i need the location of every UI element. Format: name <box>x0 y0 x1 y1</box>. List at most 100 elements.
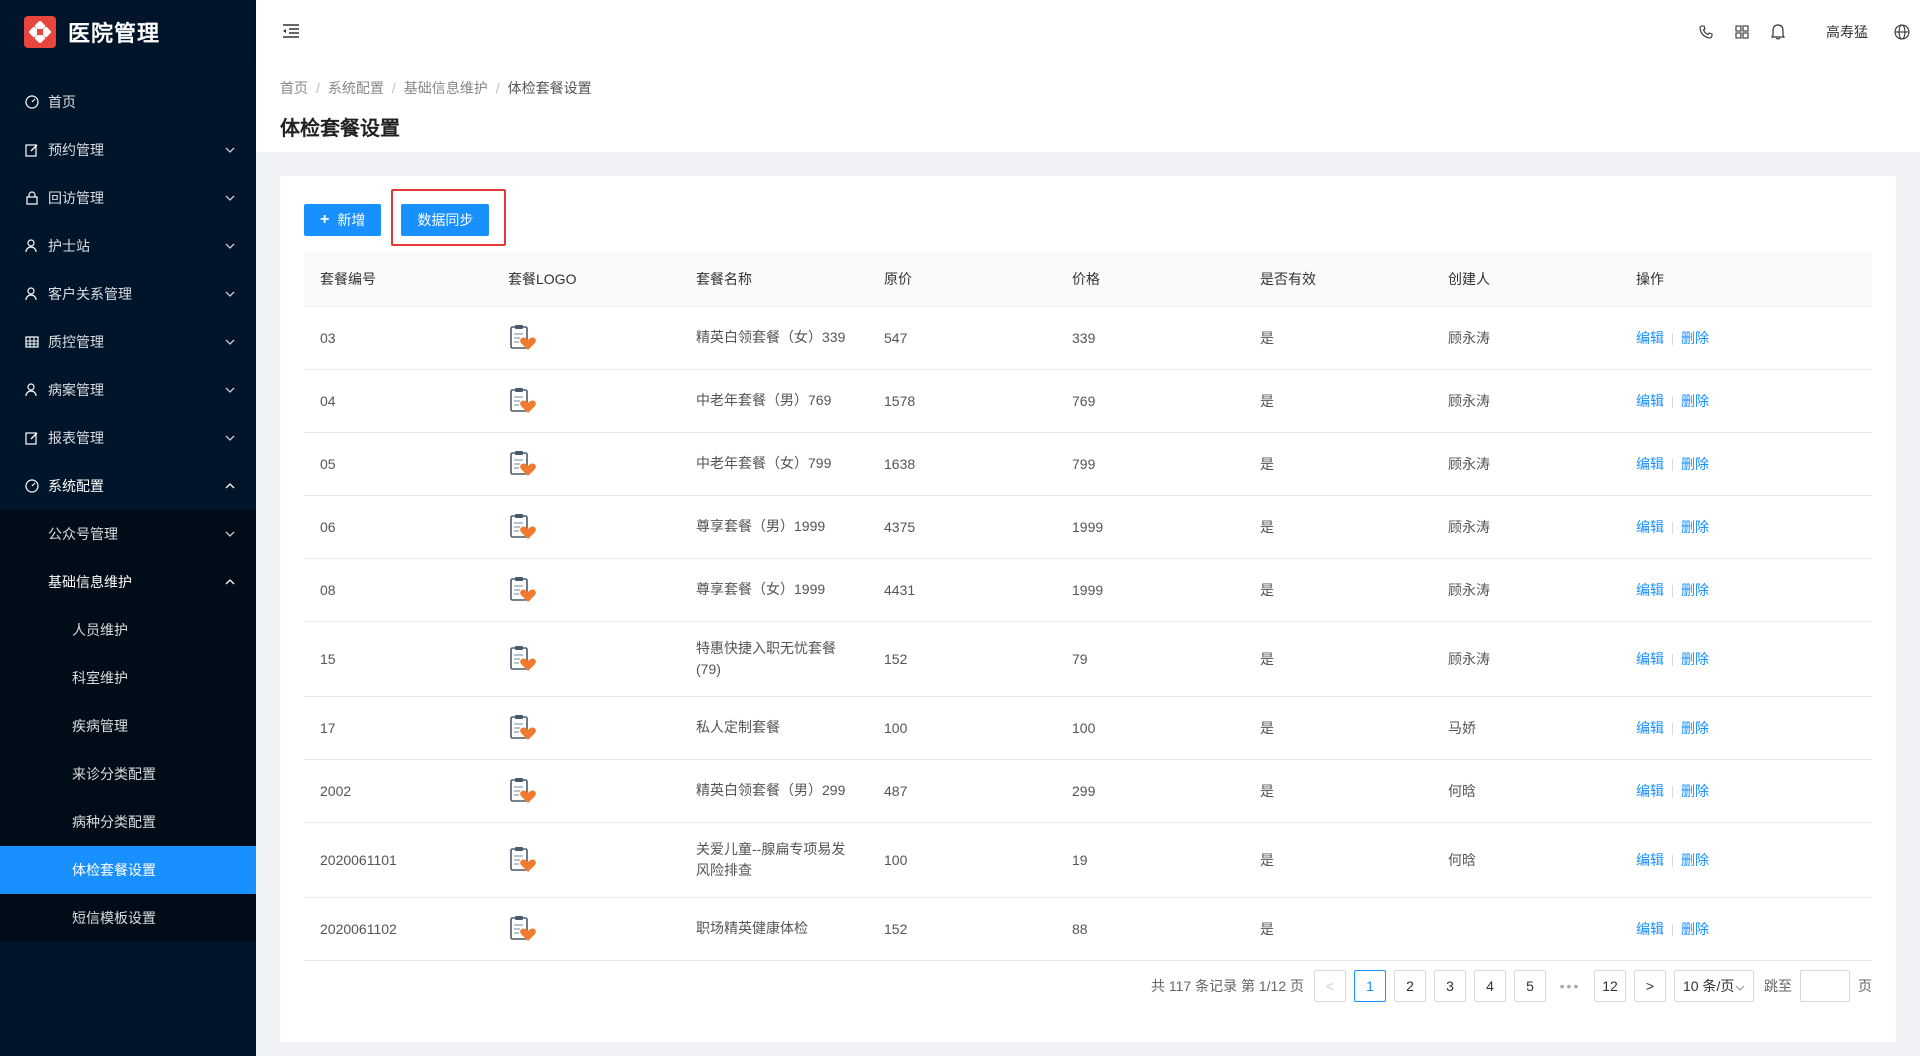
column-header[interactable]: 套餐编号 <box>304 252 492 307</box>
delete-link[interactable]: 删除 <box>1681 720 1709 736</box>
package-name: 尊享套餐（女）1999 <box>696 581 826 597</box>
page-button[interactable]: 2 <box>1394 970 1426 1002</box>
delete-link[interactable]: 删除 <box>1681 519 1709 535</box>
sidebar-item-wechat[interactable]: 公众号管理 <box>0 510 256 558</box>
package-logo-cell <box>492 306 680 370</box>
user-name[interactable]: 高寿猛 <box>1826 22 1868 42</box>
package-name-cell: 精英白领套餐（女）339 <box>680 306 868 370</box>
pagination-ellipsis[interactable]: ••• <box>1554 970 1586 1002</box>
plus-icon: + <box>320 211 330 228</box>
column-header[interactable]: 价格 <box>1056 252 1244 307</box>
edit-link[interactable]: 编辑 <box>1636 456 1664 472</box>
sidebar-item-system-config[interactable]: 系统配置 <box>0 462 256 510</box>
delete-link[interactable]: 删除 <box>1681 456 1709 472</box>
sidebar-item-home[interactable]: 首页 <box>0 78 256 126</box>
sidebar-item-staff[interactable]: 人员维护 <box>0 606 256 654</box>
app-title: 医院管理 <box>68 21 161 46</box>
sidebar-item-sms-template[interactable]: 短信模板设置 <box>0 894 256 942</box>
delete-link[interactable]: 删除 <box>1681 783 1709 799</box>
sidebar-item-quality[interactable]: 质控管理 <box>0 318 256 366</box>
divider <box>1672 923 1673 936</box>
delete-link[interactable]: 删除 <box>1681 852 1709 868</box>
edit-link[interactable]: 编辑 <box>1636 519 1664 535</box>
package-code: 05 <box>304 432 492 496</box>
sidebar-item-followup[interactable]: 回访管理 <box>0 174 256 222</box>
edit-link[interactable]: 编辑 <box>1636 651 1664 667</box>
column-header[interactable]: 套餐LOGO <box>492 252 680 307</box>
edit-link[interactable]: 编辑 <box>1636 582 1664 598</box>
package-name-cell: 关爱儿童--腺扁专项易发风险排查 <box>680 822 868 898</box>
grid-icon[interactable] <box>1724 0 1760 64</box>
jump-page-input[interactable] <box>1800 970 1850 1002</box>
divider <box>1672 785 1673 798</box>
chevron-down-icon <box>224 192 236 204</box>
original-price: 1638 <box>868 432 1056 496</box>
sidebar-item-reports[interactable]: 报表管理 <box>0 414 256 462</box>
operations-cell: 编辑 删除 <box>1620 696 1872 760</box>
valid-status: 是 <box>1244 759 1432 823</box>
page-button[interactable]: 1 <box>1354 970 1386 1002</box>
breadcrumb-separator: / <box>391 80 396 96</box>
edit-link[interactable]: 编辑 <box>1636 921 1664 937</box>
delete-link[interactable]: 删除 <box>1681 582 1709 598</box>
menu-fold-icon[interactable] <box>280 20 302 42</box>
column-header[interactable]: 是否有效 <box>1244 252 1432 307</box>
delete-link[interactable]: 删除 <box>1681 330 1709 346</box>
add-button[interactable]: + 新增 <box>304 204 382 236</box>
sidebar-item-disease-category[interactable]: 病种分类配置 <box>0 798 256 846</box>
delete-link[interactable]: 删除 <box>1681 921 1709 937</box>
sidebar-item-label: 首页 <box>48 94 76 110</box>
delete-link[interactable]: 删除 <box>1681 651 1709 667</box>
globe-icon[interactable] <box>1884 0 1920 64</box>
breadcrumb-item[interactable]: 基础信息维护 <box>404 78 488 98</box>
page-button[interactable]: 4 <box>1474 970 1506 1002</box>
operations-cell: 编辑 删除 <box>1620 306 1872 370</box>
edit-link[interactable]: 编辑 <box>1636 852 1664 868</box>
package-name-cell: 尊享套餐（女）1999 <box>680 558 868 622</box>
sidebar-item-appointment[interactable]: 预约管理 <box>0 126 256 174</box>
sidebar-item-label: 公众号管理 <box>48 526 118 542</box>
column-header[interactable]: 原价 <box>868 252 1056 307</box>
phone-icon[interactable] <box>1688 0 1724 64</box>
breadcrumb-item[interactable]: 系统配置 <box>328 78 384 98</box>
sidebar-item-nurse-station[interactable]: 护士站 <box>0 222 256 270</box>
sidebar-item-crm[interactable]: 客户关系管理 <box>0 270 256 318</box>
package-logo-cell <box>492 558 680 622</box>
chevron-down-icon <box>224 528 236 540</box>
prev-page-button[interactable]: < <box>1314 970 1346 1002</box>
sidebar-item-label: 系统配置 <box>48 478 104 494</box>
delete-link[interactable]: 删除 <box>1681 393 1709 409</box>
edit-link[interactable]: 编辑 <box>1636 720 1664 736</box>
page-size-select[interactable]: 10 条/页 <box>1674 970 1754 1002</box>
column-header[interactable]: 套餐名称 <box>680 252 868 307</box>
chevron-down-icon <box>224 432 236 444</box>
page-button[interactable]: 3 <box>1434 970 1466 1002</box>
price: 100 <box>1056 696 1244 760</box>
package-name: 中老年套餐（女）799 <box>696 455 832 471</box>
sidebar-item-department[interactable]: 科室维护 <box>0 654 256 702</box>
page-button[interactable]: 5 <box>1514 970 1546 1002</box>
page-button[interactable]: 12 <box>1594 970 1626 1002</box>
sidebar-item-visit-category[interactable]: 来诊分类配置 <box>0 750 256 798</box>
price: 79 <box>1056 621 1244 697</box>
user-icon <box>24 286 40 302</box>
table-row: 15 特惠快捷入职无忧套餐(79) 152 79 是顾永涛 编辑 删除 <box>304 621 1872 697</box>
package-name: 关爱儿童--腺扁专项易发风险排查 <box>696 840 846 878</box>
edit-link[interactable]: 编辑 <box>1636 330 1664 346</box>
column-header[interactable]: 操作 <box>1620 252 1872 307</box>
bell-icon[interactable] <box>1760 0 1796 64</box>
package-code: 04 <box>304 369 492 433</box>
column-header[interactable]: 创建人 <box>1432 252 1620 307</box>
edit-link[interactable]: 编辑 <box>1636 783 1664 799</box>
next-page-button[interactable]: > <box>1634 970 1666 1002</box>
sidebar-item-checkup-package[interactable]: 体检套餐设置 <box>0 846 256 894</box>
sidebar-item-label: 病案管理 <box>48 382 104 398</box>
breadcrumb-item[interactable]: 首页 <box>280 78 308 98</box>
sidebar-item-disease[interactable]: 疾病管理 <box>0 702 256 750</box>
app-logo[interactable]: 医院管理 <box>0 0 256 64</box>
valid-status: 是 <box>1244 432 1432 496</box>
sidebar-item-basic-info[interactable]: 基础信息维护 <box>0 558 256 606</box>
sidebar-item-records[interactable]: 病案管理 <box>0 366 256 414</box>
edit-link[interactable]: 编辑 <box>1636 393 1664 409</box>
valid-status: 是 <box>1244 306 1432 370</box>
